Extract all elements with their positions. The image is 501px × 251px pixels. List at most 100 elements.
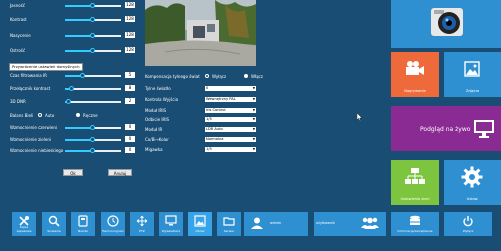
ir-filter-slider-handle[interactable]: [80, 73, 85, 78]
network-icon: [405, 168, 425, 184]
storage-icon: [78, 215, 88, 227]
gain-slider-handle[interactable]: [69, 86, 74, 91]
saturation-slider-handle[interactable]: [90, 33, 95, 38]
chevron-down-icon: ▼: [252, 147, 255, 151]
backlight-select[interactable]: 0 ▼: [205, 86, 256, 91]
saturation-value[interactable]: 128: [125, 32, 135, 38]
chevron-down-icon: ▼: [252, 108, 255, 112]
color-mode-select[interactable]: Normalna ▼: [205, 137, 256, 142]
wb-auto-label: Auto: [45, 113, 55, 118]
red-gain-value[interactable]: 0: [125, 124, 135, 130]
mouse-cursor-icon: [357, 113, 362, 121]
cancel-button[interactable]: Anuluj: [108, 169, 132, 176]
white-balance-label: Balans Bieli: [10, 113, 34, 118]
recordings-tile[interactable]: Nagrywanie: [391, 52, 439, 97]
network-settings-label: Ustawienia sieci: [400, 197, 430, 201]
wb-auto-radio[interactable]: [38, 113, 42, 117]
chevron-down-icon: ▼: [252, 86, 255, 90]
chevron-down-icon: ▼: [252, 127, 255, 131]
select-value: Iris Control: [206, 108, 226, 112]
photo-icon: [464, 61, 480, 77]
green-gain-label: Wzmocnienie zieleni: [10, 137, 51, 142]
contrast-slider-handle[interactable]: [90, 17, 95, 22]
setting-label: Moduł IRIS: [145, 108, 167, 113]
monitor-icon: [474, 120, 494, 138]
user-admin-button[interactable]: admin: [244, 212, 308, 236]
toolbar-label: Szukanie: [47, 229, 61, 233]
database-icon: [410, 215, 420, 225]
blue-gain-slider-handle[interactable]: [90, 148, 95, 153]
restore-defaults-tooltip: Przywrócenie ustawień domyślnych: [9, 63, 83, 71]
shutter-select[interactable]: 1/5 ▼: [205, 147, 256, 152]
slider-label: Nasycenie: [10, 33, 31, 38]
dnr-slider-handle[interactable]: [66, 99, 71, 104]
camera-tile[interactable]: [391, 0, 501, 48]
gear-icon: [461, 166, 483, 188]
user-management-label: użytkownik: [316, 221, 336, 225]
dnr-value[interactable]: 2: [125, 98, 135, 104]
toolbar-ptz-button[interactable]: PTZ: [130, 212, 154, 236]
users-icon: [361, 217, 379, 229]
toolbar-label: Wyświetlacz: [161, 229, 181, 233]
network-settings-tile[interactable]: Ustawienia sieci: [391, 160, 439, 205]
output-control-select[interactable]: Wewnętrzny PAL ▼: [205, 97, 256, 102]
chevron-down-icon: ▼: [252, 97, 255, 101]
storage-info-label: Informacje/zarządzanie: [397, 229, 433, 233]
slider-label: Ostrość: [10, 48, 26, 53]
user-admin-label: admin: [270, 221, 282, 225]
setting-label: Odbicie IRIS: [145, 117, 170, 122]
green-gain-slider-handle[interactable]: [90, 137, 95, 142]
toolbar-image-button[interactable]: Obraz: [188, 212, 212, 236]
setting-label: Kontrola Wyjścia: [145, 97, 179, 102]
backlight-comp-label: Kompensacja tylnego świat: [145, 74, 200, 79]
ok-button[interactable]: Ok: [63, 169, 83, 176]
select-value: 1/5: [206, 117, 212, 121]
toolbar-search-button[interactable]: Szukanie: [42, 212, 66, 236]
red-gain-label: Wzmocnienie czerwieni: [10, 125, 57, 130]
setting-label: Moduł IR: [145, 127, 163, 132]
brightness-slider-handle[interactable]: [90, 3, 95, 8]
blue-gain-label: Wzmocnienie niebieskiego: [10, 148, 64, 153]
user-icon: [251, 217, 263, 229]
wb-manual-label: Ręczne: [83, 113, 98, 118]
live-view-tile[interactable]: Podgląd na żywo: [391, 106, 501, 151]
contrast-value[interactable]: 128: [125, 16, 135, 22]
ir-filter-value[interactable]: 5: [125, 72, 135, 78]
green-gain-value[interactable]: 0: [125, 136, 135, 142]
toolbar-storage-button[interactable]: Nośnik: [71, 212, 95, 236]
gain-value[interactable]: 8: [125, 85, 135, 91]
search-icon: [48, 215, 60, 227]
sharpness-slider-handle[interactable]: [90, 48, 95, 53]
settings-tile[interactable]: Ustaw.: [444, 160, 501, 205]
iris-mode-select[interactable]: Iris Control ▼: [205, 108, 256, 113]
dnr-slider[interactable]: [65, 101, 121, 103]
red-gain-slider-handle[interactable]: [90, 125, 95, 130]
toolbar-device-button[interactable]: Serwer: [217, 212, 241, 236]
select-value: LDR Auto: [206, 127, 223, 131]
setting-label: Tylne światło: [145, 86, 171, 91]
camera-icon: [431, 8, 463, 36]
photos-tile[interactable]: Zdjęcia: [444, 52, 501, 97]
setting-label: Migawka: [145, 147, 163, 152]
power-button[interactable]: Wyłącz: [444, 212, 492, 236]
wb-manual-radio[interactable]: [76, 113, 80, 117]
ir-filter-slider[interactable]: [65, 75, 121, 77]
toolbar-display-button[interactable]: Wyświetlacz: [159, 212, 183, 236]
user-management-button[interactable]: użytkownik: [314, 212, 386, 236]
select-value: Normalna: [206, 137, 224, 141]
brightness-value[interactable]: 128: [125, 2, 135, 8]
toolbar-schedule-button[interactable]: Harmonogram: [101, 212, 125, 236]
ir-mode-select[interactable]: LDR Auto ▼: [205, 127, 256, 132]
toolbar-label: Nośnik: [77, 229, 89, 233]
setting-label: Co/Bi→Kolor: [145, 137, 169, 142]
sharpness-value[interactable]: 128: [125, 47, 135, 53]
blue-gain-value[interactable]: 0: [125, 147, 135, 153]
image-icon: [194, 215, 206, 227]
iris-reflection-select[interactable]: 1/5 ▼: [205, 117, 256, 122]
storage-info-button[interactable]: Informacje/zarządzanie: [391, 212, 439, 236]
toolbar-label: PTZ: [139, 229, 145, 233]
backlight-on-radio[interactable]: [244, 74, 248, 78]
toolbar-recording-settings-button[interactable]: Kopia zapasowa: [12, 212, 36, 236]
backlight-off-radio[interactable]: [205, 74, 209, 78]
clock-icon: [107, 215, 119, 227]
